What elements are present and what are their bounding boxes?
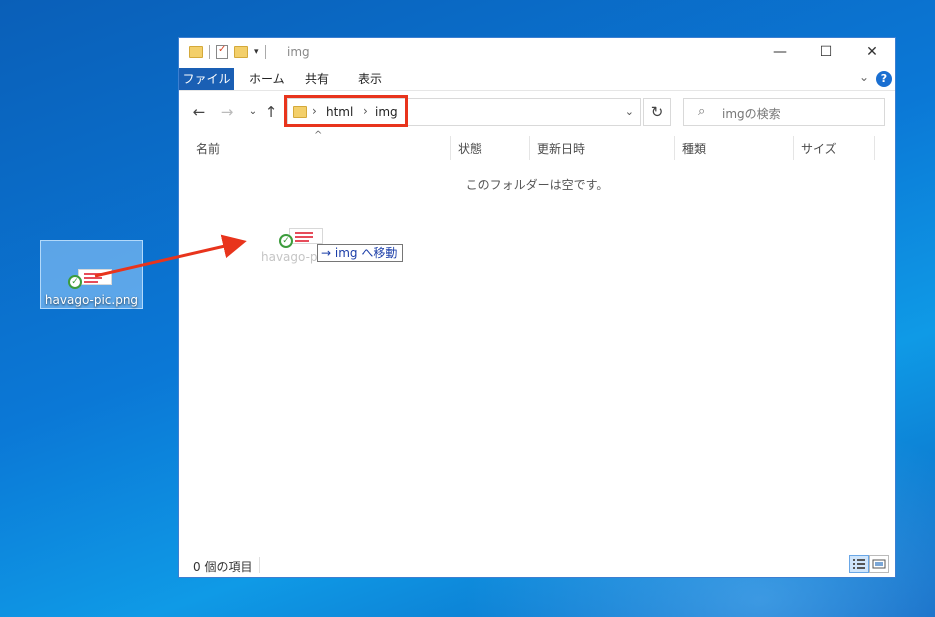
help-icon[interactable]: ? bbox=[876, 71, 892, 87]
minimize-button[interactable]: — bbox=[757, 38, 803, 66]
arrow-right-icon: → bbox=[321, 246, 332, 260]
drag-ghost-label: havago-pi bbox=[261, 250, 321, 264]
tab-view[interactable]: 表示 bbox=[358, 68, 382, 90]
expand-ribbon-icon[interactable]: ⌄ bbox=[859, 70, 869, 84]
png-file-icon: ✓ bbox=[68, 269, 114, 289]
quick-access-toolbar: ▾ bbox=[189, 44, 266, 59]
large-icons-view-button[interactable] bbox=[869, 555, 889, 573]
recent-locations-icon[interactable]: ⌄ bbox=[243, 102, 263, 122]
close-button[interactable]: ✕ bbox=[849, 38, 895, 66]
divider[interactable] bbox=[674, 136, 675, 160]
address-history-dropdown[interactable]: ⌄ bbox=[625, 105, 634, 118]
search-placeholder: imgの検索 bbox=[722, 107, 781, 121]
title-bar: ▾ img — ☐ ✕ bbox=[179, 38, 895, 66]
window-title: img bbox=[287, 45, 310, 59]
divider[interactable] bbox=[450, 136, 451, 160]
column-status[interactable]: 状態 bbox=[458, 140, 482, 157]
divider bbox=[259, 557, 260, 573]
column-modified[interactable]: 更新日時 bbox=[537, 140, 585, 157]
empty-folder-message: このフォルダーは空です。 bbox=[465, 178, 609, 192]
item-count: 0 個の項目 bbox=[193, 560, 253, 574]
divider bbox=[264, 45, 266, 59]
divider[interactable] bbox=[529, 136, 530, 160]
divider bbox=[209, 45, 210, 59]
column-name[interactable]: 名前 bbox=[196, 140, 220, 157]
back-button[interactable]: ← bbox=[189, 102, 209, 122]
navigation-bar: ← → ⌄ ↑ › html › img ⌄ ↻ ⌕ imgの検索 bbox=[179, 95, 895, 128]
details-view-icon bbox=[853, 559, 865, 569]
search-icon: ⌕ bbox=[698, 104, 706, 119]
ribbon: ファイル ホーム 共有 表示 ⌄ ? bbox=[179, 68, 895, 91]
new-folder-icon[interactable] bbox=[234, 46, 248, 58]
forward-button[interactable]: → bbox=[217, 102, 237, 122]
column-type[interactable]: 種類 bbox=[682, 140, 706, 157]
desktop-file-icon[interactable]: ✓ havago-pic.png bbox=[40, 240, 143, 309]
properties-icon[interactable] bbox=[216, 44, 228, 59]
file-explorer-window: ▾ img — ☐ ✕ ファイル ホーム 共有 表示 ⌄ ? ← → ⌄ ↑ ›… bbox=[178, 37, 896, 578]
tab-share[interactable]: 共有 bbox=[305, 68, 329, 90]
search-box[interactable]: ⌕ imgの検索 bbox=[683, 98, 885, 126]
large-icons-view-icon bbox=[872, 559, 886, 569]
tab-home[interactable]: ホーム bbox=[249, 68, 285, 90]
details-view-button[interactable] bbox=[849, 555, 869, 573]
maximize-button[interactable]: ☐ bbox=[803, 38, 849, 66]
desktop-file-label: havago-pic.png bbox=[44, 293, 139, 307]
customize-toolbar-icon[interactable]: ▾ bbox=[254, 47, 259, 57]
refresh-button[interactable]: ↻ bbox=[643, 98, 671, 126]
column-headers: 名前 状態 更新日時 種類 サイズ bbox=[179, 136, 895, 160]
drag-tooltip-text: img へ移動 bbox=[334, 246, 398, 260]
folder-icon bbox=[189, 46, 203, 58]
divider[interactable] bbox=[793, 136, 794, 160]
status-bar: 0 個の項目 bbox=[179, 553, 895, 577]
drag-move-tooltip: → img へ移動 bbox=[317, 244, 404, 262]
tab-file[interactable]: ファイル bbox=[179, 68, 234, 90]
divider[interactable] bbox=[874, 136, 875, 160]
column-size[interactable]: サイズ bbox=[801, 140, 837, 157]
up-button[interactable]: ↑ bbox=[261, 102, 281, 122]
annotation-highlight-box bbox=[284, 95, 408, 127]
